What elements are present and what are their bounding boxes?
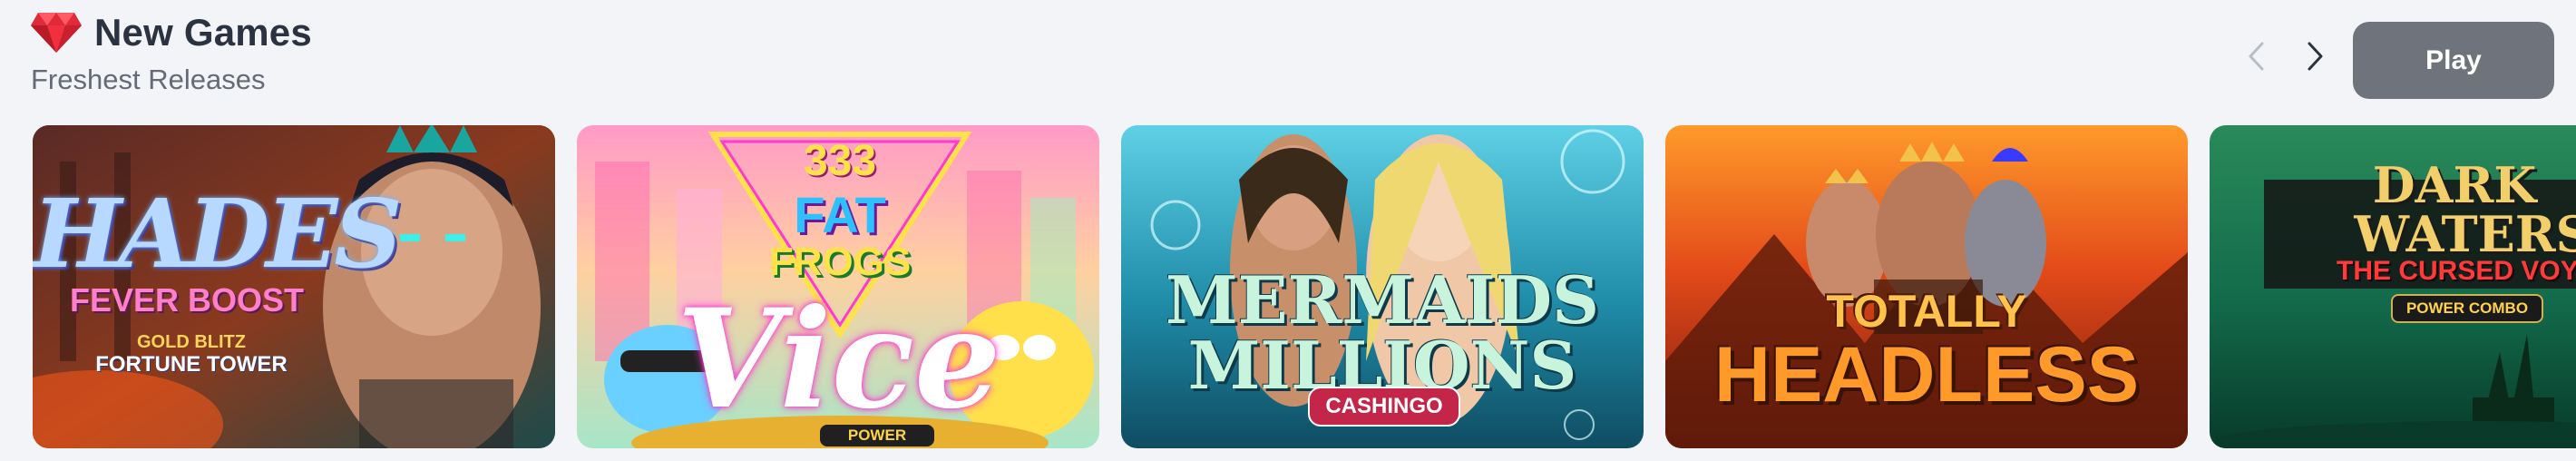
- game-feature-badge: POWER COMBO: [820, 425, 934, 446]
- game-feature-badge: POWER COMBO: [2391, 294, 2543, 323]
- game-subtitle: THE CURSED VOY: [2337, 256, 2576, 286]
- game-card-mermaids-millions[interactable]: MERMAIDS MILLIONS CASHINGO: [1121, 125, 1644, 448]
- play-button[interactable]: Play: [2353, 22, 2554, 99]
- game-title: Vice: [677, 280, 1001, 439]
- section-subtitle: Freshest Releases: [31, 64, 266, 95]
- game-title-line: FROGS: [768, 240, 912, 284]
- game-title-prefix: 333: [803, 137, 877, 185]
- game-card-fat-frogs-vice[interactable]: 333 FAT FROGS Vice POWER COMBO: [577, 125, 1099, 448]
- game-title: HEADLESS: [1713, 331, 2140, 418]
- chevron-right-icon: [2308, 42, 2323, 71]
- game-title: HADES: [33, 178, 403, 289]
- section-title: New Games: [94, 11, 312, 54]
- game-title: WATERS: [2354, 205, 2576, 263]
- carousel-prev-button[interactable]: [2237, 36, 2277, 76]
- diamond-icon: [31, 13, 82, 53]
- game-card-hades[interactable]: HADES FEVER BOOST GOLD BLITZ FORTUNE TOW…: [33, 125, 555, 448]
- game-card-dark-waters[interactable]: DARK WATERS THE CURSED VOY POWER COMBO: [2210, 125, 2576, 448]
- game-subtitle: FEVER BOOST: [69, 281, 305, 319]
- game-title-line: FAT: [794, 186, 886, 243]
- title-row: New Games: [31, 11, 312, 54]
- game-feature-badge: CASHINGO: [1308, 387, 1460, 427]
- chevron-left-icon: [2249, 42, 2264, 71]
- carousel-next-button[interactable]: [2295, 36, 2335, 76]
- game-card-totally-headless[interactable]: TOTALLY HEADLESS: [1665, 125, 2188, 448]
- section-header: New Games Freshest Releases: [31, 11, 312, 96]
- game-tagline: FORTUNE TOWER: [95, 352, 288, 377]
- games-carousel: HADES FEVER BOOST GOLD BLITZ FORTUNE TOW…: [33, 125, 2576, 448]
- game-tagline: GOLD BLITZ: [137, 332, 246, 352]
